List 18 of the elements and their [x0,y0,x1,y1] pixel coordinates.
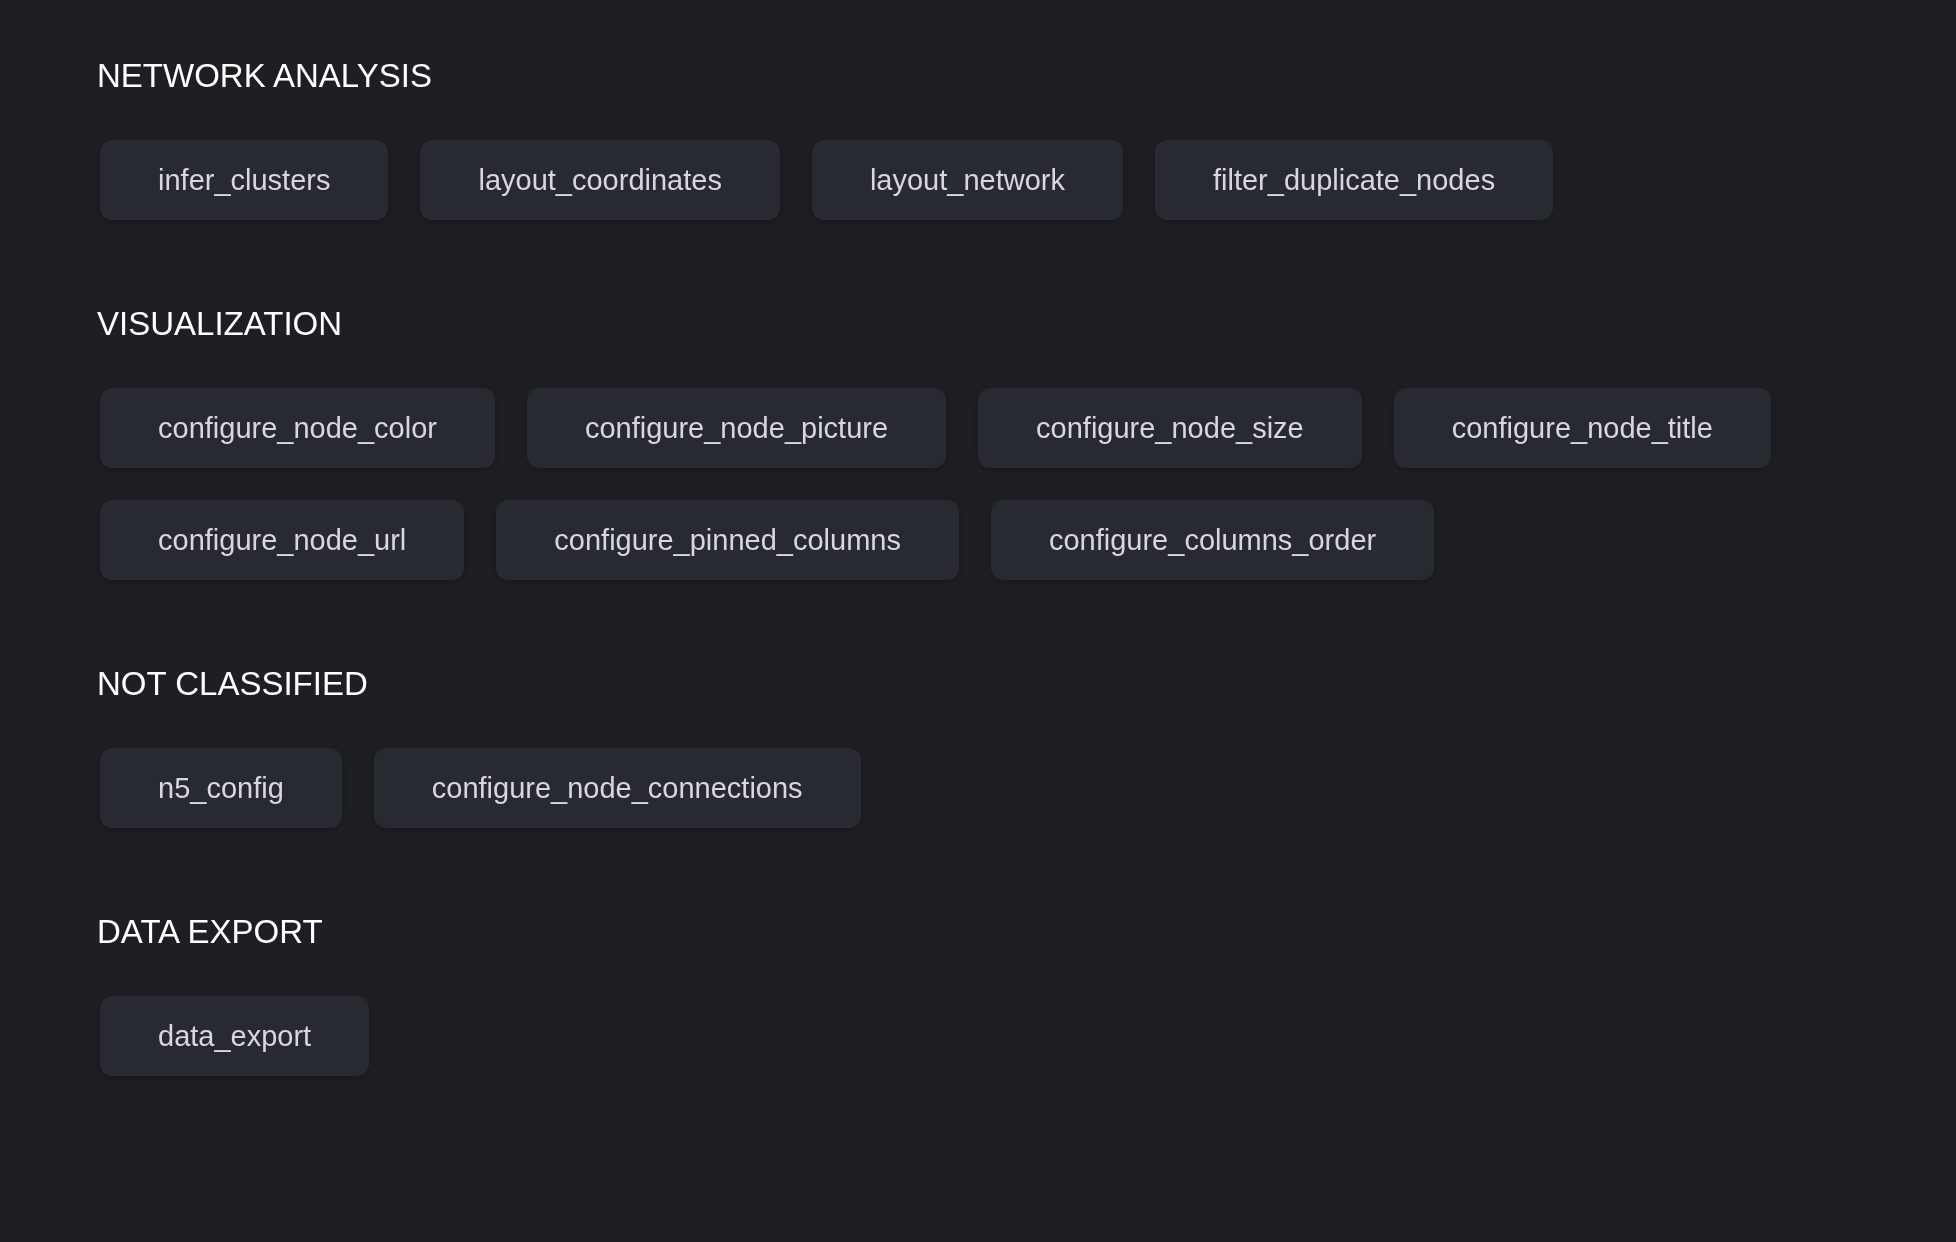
tag-chip[interactable]: layout_network [811,140,1123,220]
tag-chip[interactable]: data_export [100,996,370,1076]
tag-chip[interactable]: configure_columns_order [990,500,1435,580]
tag-chip[interactable]: configure_pinned_columns [496,500,959,580]
tag-chip[interactable]: filter_duplicate_nodes [1155,140,1554,220]
tag-chip[interactable]: infer_clusters [100,140,389,220]
tag-chip[interactable]: configure_node_title [1393,388,1771,468]
tag-chip[interactable]: n5_config [100,748,342,828]
tag-chip[interactable]: configure_node_color [100,388,495,468]
tag-chip[interactable]: configure_node_url [100,500,465,580]
section-heading: NOT CLASSIFIED [97,664,369,704]
section-heading: NETWORK ANALYSIS [97,56,433,96]
tag-chip[interactable]: layout_coordinates [420,140,780,220]
tag-chip[interactable]: configure_node_connections [373,748,861,828]
section-heading: DATA EXPORT [97,912,324,952]
tag-chip[interactable]: configure_node_picture [526,388,947,468]
section-heading: VISUALIZATION [97,304,344,344]
tag-chip[interactable]: configure_node_size [978,388,1362,468]
